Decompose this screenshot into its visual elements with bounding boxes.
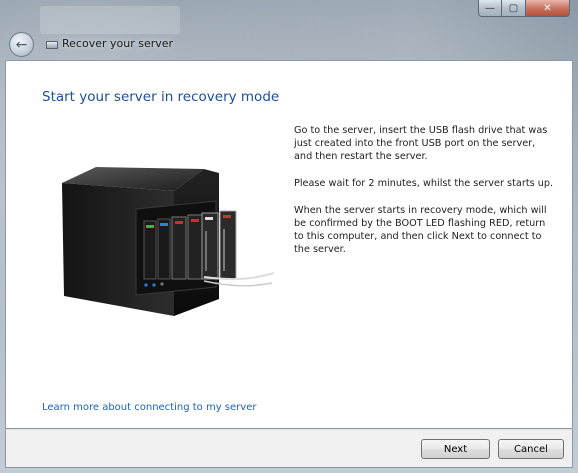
minimize-icon: —: [485, 2, 495, 14]
back-arrow-icon: ←: [15, 36, 28, 53]
back-button[interactable]: ←: [9, 32, 34, 57]
instruction-paragraph: Go to the server, insert the USB flash d…: [294, 125, 548, 162]
cancel-button[interactable]: Cancel: [498, 439, 564, 459]
learn-more-link[interactable]: Learn more about connecting to my server: [42, 402, 256, 413]
window-caption-buttons: — ▢ ✕: [478, 0, 570, 17]
wizard-content: Start your server in recovery mode Go to…: [5, 60, 573, 429]
wizard-footer: Next Cancel: [5, 429, 573, 468]
instructions: Go to the server, insert the USB flash d…: [294, 124, 554, 270]
window-title: Recover your server: [62, 37, 174, 50]
maximize-icon: ▢: [508, 2, 519, 14]
maximize-button[interactable]: ▢: [502, 0, 526, 17]
background-window: [40, 6, 180, 34]
instruction-paragraph: When the server starts in recovery mode,…: [294, 205, 547, 255]
minimize-button[interactable]: —: [478, 0, 502, 17]
next-button[interactable]: Next: [421, 439, 490, 459]
close-icon: ✕: [543, 2, 552, 14]
wizard-icon: [46, 41, 58, 49]
server-hardware-illustration: [62, 167, 275, 316]
page-title: Start your server in recovery mode: [42, 89, 280, 105]
close-button[interactable]: ✕: [526, 0, 570, 17]
instruction-paragraph: Please wait for 2 minutes, whilst the se…: [294, 178, 554, 189]
